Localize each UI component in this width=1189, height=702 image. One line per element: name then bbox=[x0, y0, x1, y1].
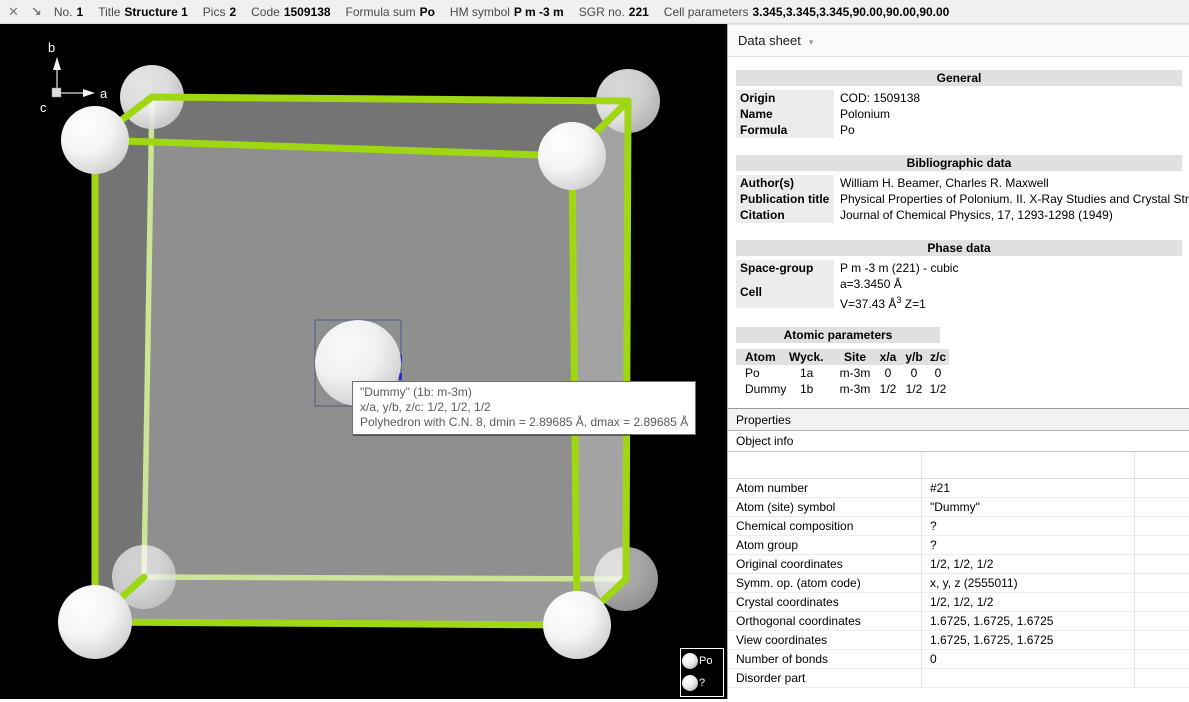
cell-a-parameter: a=3.3450 Å bbox=[840, 276, 926, 292]
tooltip-atom-name: "Dummy" (1b: m-3m) bbox=[360, 385, 688, 400]
table-header-row bbox=[728, 452, 1189, 479]
right-panel: Data sheet ▾ General OriginCOD: 1509138 N… bbox=[727, 24, 1189, 699]
field-title: TitleStructure 1 bbox=[98, 5, 188, 19]
atom-legend: Po ? bbox=[680, 648, 724, 697]
chevron-down-icon[interactable]: ▾ bbox=[809, 37, 814, 47]
axis-b-arrowhead bbox=[53, 57, 61, 70]
structure-info-toolbar: ✕ ↘ No.1 TitleStructure 1 Pics2 Code1509… bbox=[0, 0, 1189, 24]
object-info-table: Atom number#21 Atom (site) symbol"Dummy"… bbox=[728, 452, 1189, 688]
corner-atom[interactable] bbox=[58, 585, 132, 659]
cell-volume: V=37.43 Å3 Z=1 bbox=[840, 292, 926, 308]
datasheet-body: General OriginCOD: 1509138 NamePolonium … bbox=[728, 58, 1189, 397]
field-code: Code1509138 bbox=[251, 5, 330, 19]
tooltip-polyhedron-info: Polyhedron with C.N. 8, dmin = 2.89685 Å… bbox=[360, 415, 688, 430]
datasheet-title: Data sheet bbox=[738, 33, 801, 48]
property-row-original-coordinates[interactable]: Original coordinates1/2, 1/2, 1/2 bbox=[728, 555, 1189, 574]
property-row-atom-site-symbol[interactable]: Atom (site) symbol"Dummy" bbox=[728, 498, 1189, 517]
field-hm-symbol: HM symbolP m -3 m bbox=[450, 5, 564, 19]
field-sgr-no: SGR no.221 bbox=[579, 5, 649, 19]
section-header-bibliographic: Bibliographic data bbox=[736, 155, 1182, 171]
axis-a-arrowhead bbox=[83, 89, 95, 97]
close-icon[interactable]: ✕ bbox=[8, 4, 19, 20]
property-row-disorder-part[interactable]: Disorder part bbox=[728, 669, 1189, 688]
axis-b-label: b bbox=[48, 40, 55, 55]
property-row-orthogonal-coordinates[interactable]: Orthogonal coordinates1.6725, 1.6725, 1.… bbox=[728, 612, 1189, 631]
atomic-parameters-table: Atom Wyck. Site x/a y/b z/c Po 1a m-3m 0… bbox=[736, 349, 949, 397]
axes-indicator: a b c bbox=[40, 40, 108, 115]
legend-item-po: Po bbox=[682, 650, 723, 672]
corner-atom[interactable] bbox=[61, 106, 129, 174]
datasheet-row: FormulaPo bbox=[736, 122, 1189, 138]
property-row-atom-number[interactable]: Atom number#21 bbox=[728, 479, 1189, 498]
property-row-view-coordinates[interactable]: View coordinates1.6725, 1.6725, 1.6725 bbox=[728, 631, 1189, 650]
datasheet-row: Author(s)William H. Beamer, Charles R. M… bbox=[736, 175, 1189, 191]
datasheet-row: Publication titlePhysical Properties of … bbox=[736, 191, 1189, 207]
property-row-chemical-composition[interactable]: Chemical composition? bbox=[728, 517, 1189, 536]
atomic-table-row[interactable]: Po 1a m-3m 0 0 0 bbox=[736, 365, 949, 381]
atom-sphere-icon bbox=[682, 653, 698, 669]
field-pics: Pics2 bbox=[203, 5, 236, 19]
cell-values: a=3.3450 Å V=37.43 Å3 Z=1 bbox=[840, 276, 926, 308]
axis-c-label: c bbox=[40, 100, 47, 115]
property-row-atom-group[interactable]: Atom group? bbox=[728, 536, 1189, 555]
corner-atom[interactable] bbox=[543, 591, 611, 659]
section-header-atomic-parameters: Atomic parameters bbox=[736, 327, 940, 343]
datasheet-titlebar[interactable]: Data sheet ▾ bbox=[728, 24, 1189, 57]
section-header-phase: Phase data bbox=[736, 240, 1182, 256]
datasheet-row: CitationJournal of Chemical Physics, 17,… bbox=[736, 207, 1189, 223]
unit-cell-drawing: a b c bbox=[0, 24, 727, 699]
atomic-table-header: Atom Wyck. Site x/a y/b z/c bbox=[736, 349, 949, 365]
legend-item-unknown: ? bbox=[682, 672, 723, 694]
atomic-table-row[interactable]: Dummy 1b m-3m 1/2 1/2 1/2 bbox=[736, 381, 949, 397]
spacegroup-row: Space-groupP m -3 m (221) - cubic bbox=[736, 260, 1189, 276]
field-no: No.1 bbox=[54, 5, 83, 19]
properties-header: Properties bbox=[728, 408, 1189, 431]
axis-a-label: a bbox=[100, 86, 108, 101]
atom-sphere-icon bbox=[682, 675, 698, 691]
atom-tooltip: "Dummy" (1b: m-3m) x/a, y/b, z/c: 1/2, 1… bbox=[352, 381, 696, 435]
section-header-general: General bbox=[736, 70, 1182, 86]
datasheet-row: NamePolonium bbox=[736, 106, 1189, 122]
structure-3d-viewport[interactable]: a b c "Dummy" (1b: m-3m) x/a, y/b, z/c: … bbox=[0, 24, 727, 699]
property-row-crystal-coordinates[interactable]: Crystal coordinates1/2, 1/2, 1/2 bbox=[728, 593, 1189, 612]
cell-row: Cell a=3.3450 Å V=37.43 Å3 Z=1 bbox=[736, 276, 1189, 308]
property-row-symm-op[interactable]: Symm. op. (atom code)x, y, z (2555011) bbox=[728, 574, 1189, 593]
properties-panel: Properties Object info Atom number#21 At… bbox=[728, 408, 1189, 699]
object-info-tab[interactable]: Object info bbox=[728, 431, 1189, 452]
property-row-number-of-bonds[interactable]: Number of bonds0 bbox=[728, 650, 1189, 669]
datasheet-row: OriginCOD: 1509138 bbox=[736, 90, 1189, 106]
tooltip-coordinates: x/a, y/b, z/c: 1/2, 1/2, 1/2 bbox=[360, 400, 688, 415]
field-cell-parameters: Cell parameters3.345,3.345,3.345,90.00,9… bbox=[664, 5, 950, 19]
axes-origin-node bbox=[52, 88, 61, 97]
resize-arrow-icon[interactable]: ↘ bbox=[31, 4, 42, 20]
field-formula-sum: Formula sumPo bbox=[346, 5, 435, 19]
corner-atom[interactable] bbox=[538, 122, 606, 190]
